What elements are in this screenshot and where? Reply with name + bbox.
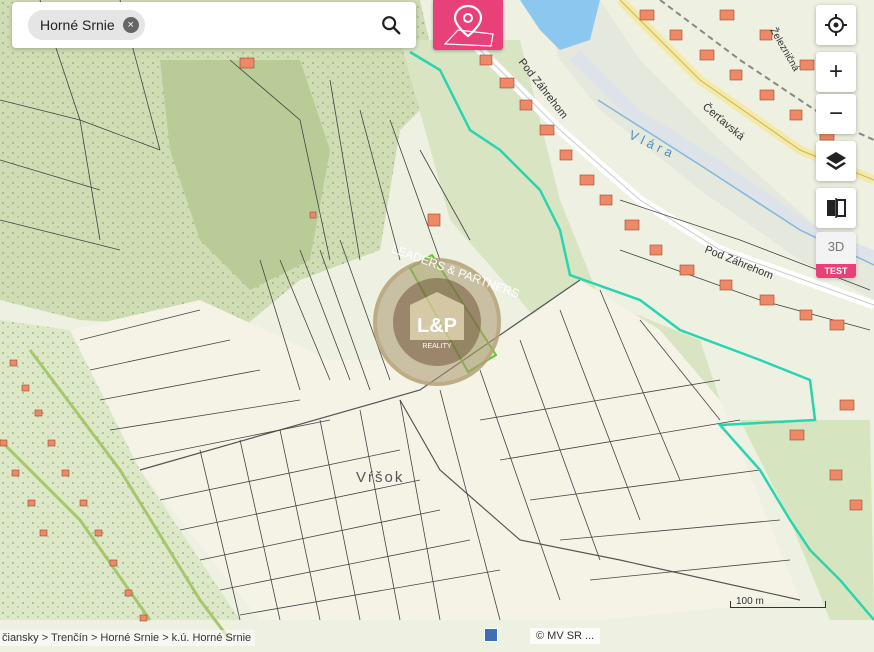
- layers-button[interactable]: [816, 141, 856, 181]
- location-chip[interactable]: Horné Srnie ×: [28, 10, 145, 40]
- search-box[interactable]: Horné Srnie ×: [12, 2, 416, 48]
- map-pin-icon: [443, 4, 494, 47]
- 3d-mode-button[interactable]: 3D TEST: [816, 232, 856, 278]
- breadcrumb[interactable]: čiansky > Trenčín > Horné Srnie > k.ú. H…: [0, 630, 256, 646]
- search-icon[interactable]: [380, 14, 402, 36]
- watermark-logo-text: L&P: [417, 315, 457, 337]
- scale-bar: 100 m: [730, 596, 826, 610]
- compare-button[interactable]: [816, 188, 856, 228]
- test-badge: TEST: [816, 264, 856, 278]
- watermark-sub: REALITY: [422, 343, 452, 350]
- map-label-place: Vŕšok: [356, 469, 404, 486]
- compare-icon: [827, 198, 846, 218]
- zoom-out-button[interactable]: −: [816, 94, 856, 134]
- locate-button[interactable]: [816, 5, 856, 45]
- parcel-pin-button[interactable]: [433, 0, 503, 50]
- location-chip-label: Horné Srnie: [40, 17, 115, 33]
- map-attribution[interactable]: © MV SR ...: [530, 628, 601, 644]
- layers-icon: [826, 152, 846, 170]
- chip-close-icon[interactable]: ×: [122, 17, 139, 33]
- crosshair-icon: [825, 14, 847, 36]
- zoom-in-button[interactable]: +: [816, 52, 856, 92]
- 3d-label: 3D: [827, 239, 845, 254]
- info-icon[interactable]: [484, 628, 498, 642]
- cadastral-map[interactable]: LEADERS & PARTNERS L&P REALITY Pod Záhre…: [0, 0, 874, 652]
